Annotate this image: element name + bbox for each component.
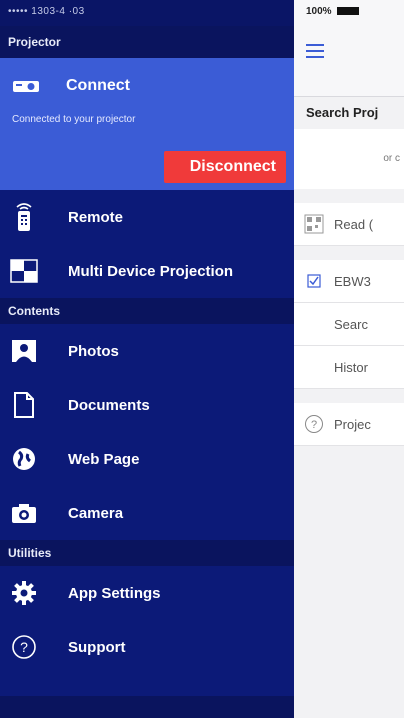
- sidebar-item-multi-device[interactable]: Multi Device Projection: [0, 244, 294, 298]
- svg-text:?: ?: [20, 639, 28, 655]
- multi-device-label: Multi Device Projection: [68, 262, 234, 280]
- connect-panel: Connect Connected to your projector Disc…: [0, 58, 294, 190]
- sidebar-item-app-settings[interactable]: App Settings: [0, 566, 294, 620]
- section-header-contents: Contents: [0, 298, 294, 324]
- remote-icon: [10, 203, 38, 231]
- sidebar-item-documents[interactable]: Documents: [0, 378, 294, 432]
- sidebar-item-web-page[interactable]: Web Page: [0, 432, 294, 486]
- device-name: EBW3: [334, 273, 371, 289]
- or-text: or c: [294, 129, 404, 189]
- connected-device-row[interactable]: EBW3: [294, 260, 404, 303]
- main-content: 100% Search Proj or c Read ( EBW3 Searc: [294, 0, 404, 718]
- photos-label: Photos: [68, 342, 119, 360]
- sidebar-item-remote[interactable]: Remote: [0, 190, 294, 244]
- camera-label: Camera: [68, 504, 124, 522]
- navigation-bar: 100%: [294, 0, 404, 97]
- svg-text:?: ?: [311, 419, 317, 431]
- help-icon: ?: [304, 414, 324, 434]
- read-qr-row[interactable]: Read (: [294, 203, 404, 246]
- search-row[interactable]: Searc: [294, 303, 404, 346]
- section-header-utilities: Utilities: [0, 540, 294, 566]
- web-page-label: Web Page: [68, 450, 140, 468]
- navigation-drawer: ••••• 1303-4 ·03 Projector Connect Conne…: [0, 0, 294, 718]
- status-bar-right: 100%: [294, 0, 404, 17]
- gear-icon: [10, 579, 38, 607]
- search-projector-title: Search Proj: [294, 97, 404, 129]
- menu-icon[interactable]: [306, 44, 324, 62]
- disconnect-button[interactable]: Disconnect: [164, 151, 286, 183]
- read-qr-label: Read (: [334, 216, 374, 232]
- drawer-footer: [0, 696, 294, 718]
- help-icon: ?: [10, 633, 38, 661]
- document-icon: [10, 391, 38, 419]
- remote-label: Remote: [68, 208, 124, 226]
- app-settings-label: App Settings: [68, 584, 161, 602]
- projector-help-row[interactable]: ? Projec: [294, 403, 404, 446]
- history-row[interactable]: Histor: [294, 346, 404, 389]
- camera-icon: [10, 499, 38, 527]
- qr-code-icon: [304, 214, 324, 234]
- status-bar: ••••• 1303-4 ·03: [0, 0, 294, 26]
- multi-device-icon: [10, 257, 38, 285]
- section-header-projector: Projector: [0, 26, 294, 58]
- sidebar-item-support[interactable]: ? Support: [0, 620, 294, 674]
- checkmark-icon: [304, 274, 324, 288]
- battery-percentage: 100%: [306, 6, 332, 17]
- documents-label: Documents: [68, 396, 150, 414]
- connection-status: Connected to your projector: [12, 114, 136, 125]
- battery-icon: [337, 7, 360, 16]
- photos-icon: [10, 337, 38, 365]
- connect-label: Connect: [66, 77, 130, 94]
- sidebar-item-camera[interactable]: Camera: [0, 486, 294, 540]
- sidebar-item-photos[interactable]: Photos: [0, 324, 294, 378]
- history-label: Histor: [334, 359, 368, 375]
- projector-help-label: Projec: [334, 416, 371, 432]
- globe-icon: [10, 445, 38, 473]
- support-label: Support: [68, 638, 126, 656]
- search-label: Searc: [334, 316, 368, 332]
- connect-item[interactable]: Connect: [0, 58, 294, 114]
- projector-icon: [12, 72, 40, 100]
